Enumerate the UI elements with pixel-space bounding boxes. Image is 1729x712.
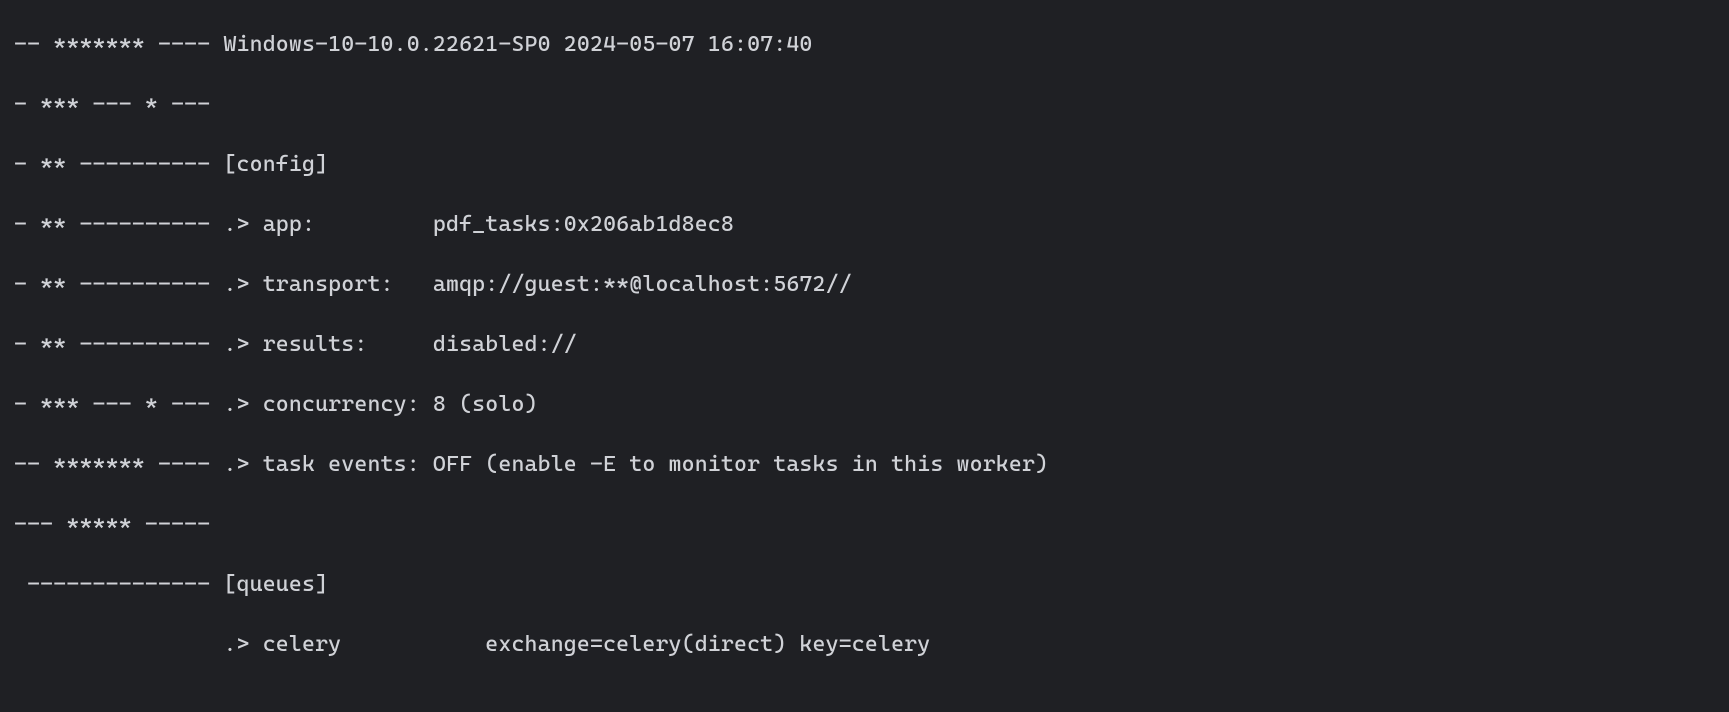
banner-line-queues-header: -------------- [queues] [14,570,1715,600]
banner-line-results: - ** ---------- .> results: disabled:// [14,330,1715,360]
banner-line-task-events: -- ******* ---- .> task events: OFF (ena… [14,450,1715,480]
terminal-output[interactable]: -- ******* ---- Windows-10-10.0.22621-SP… [0,0,1729,712]
banner-line-art: --- ***** ----- [14,510,1715,540]
banner-line-art: - *** --- * --- [14,90,1715,120]
banner-line-concurrency: - *** --- * --- .> concurrency: 8 (solo) [14,390,1715,420]
banner-line-platform: -- ******* ---- Windows-10-10.0.22621-SP… [14,30,1715,60]
banner-line-transport: - ** ---------- .> transport: amqp://gue… [14,270,1715,300]
blank-line [14,690,1715,712]
banner-line-app: - ** ---------- .> app: pdf_tasks:0x206a… [14,210,1715,240]
banner-line-config-header: - ** ---------- [config] [14,150,1715,180]
banner-line-queue-celery: .> celery exchange=celery(direct) key=ce… [14,630,1715,660]
